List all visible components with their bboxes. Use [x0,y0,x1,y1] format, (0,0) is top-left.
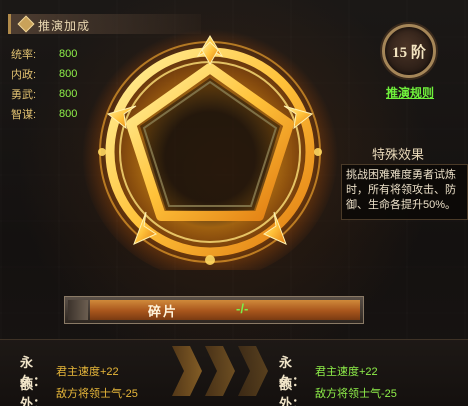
stat-politics: 内政: 800 [11,64,77,84]
stat-label: 智谋: [11,109,37,121]
stat-label: 内政: [11,69,37,81]
fragment-value: -/- [236,301,249,316]
stat-value: 800 [59,88,78,100]
special-effect-title: 特殊效果 [372,147,425,162]
bonus-key: 额外： [279,377,306,406]
bonus-key: 额外： [20,377,47,406]
buff-panel: 推演加成 统率: 800 内政: 800 勇武: 800 智谋: 800 15 … [0,0,468,406]
stat-wisdom: 智谋: 800 [11,104,77,124]
rules-link[interactable]: 推演规则 [386,84,434,101]
special-effect-description: 挑战困难难度勇者试炼时，所有将领攻击、防御、生命各提升50%。 [341,164,468,220]
stats-list: 统率: 800 内政: 800 勇武: 800 智谋: 800 [11,44,77,124]
right-extra-row: 额外： 敌方将领士气-25 [279,374,397,406]
stat-valor: 勇武: 800 [11,84,77,104]
rank-badge: 15 阶 [382,24,436,78]
stat-value: 800 [59,68,78,80]
stat-command: 统率: 800 [11,44,77,64]
bar-cap [68,300,88,320]
stat-label: 统率: [11,49,37,61]
stat-label: 勇武: [11,89,37,101]
bonus-value: 敌方将领士气-25 [56,388,138,400]
stat-value: 800 [59,108,78,120]
rank-label: 15 阶 [392,44,426,61]
bonus-value: 敌方将领士气-25 [315,388,397,400]
pentagon-emblem-icon[interactable] [80,20,340,270]
stat-value: 800 [59,48,78,60]
fragment-progress-fill [90,300,360,320]
fragment-label: 碎片 [148,304,179,319]
left-extra-row: 额外： 敌方将领士气-25 [20,374,138,406]
